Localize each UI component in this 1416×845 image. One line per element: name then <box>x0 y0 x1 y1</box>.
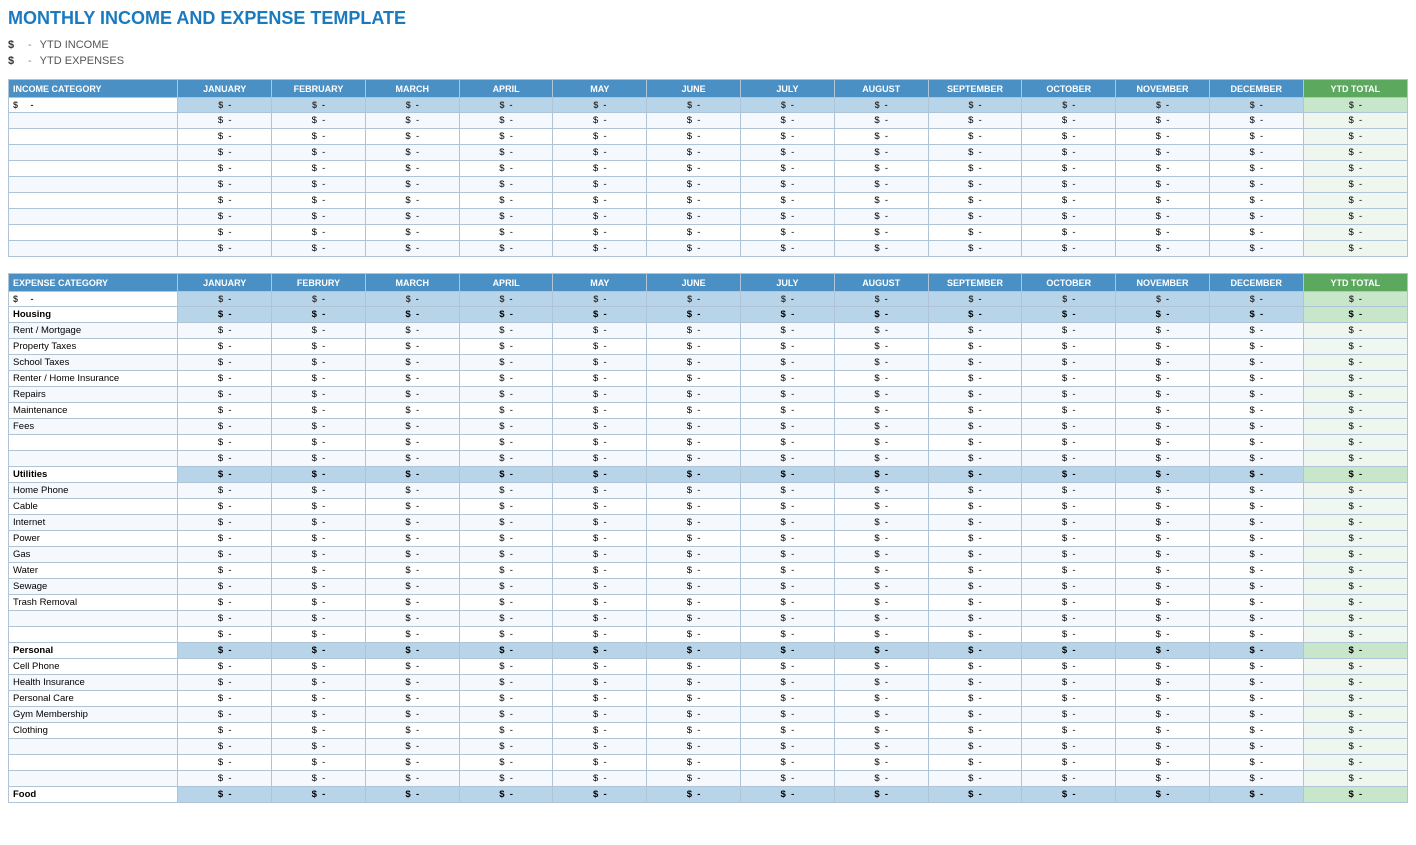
expense-row: Fees$ -$ -$ -$ -$ -$ -$ -$ -$ -$ -$ -$ -… <box>9 419 1408 435</box>
col-ytd: YTD TOTAL <box>1303 80 1407 98</box>
expense-row: Gym Membership$ -$ -$ -$ -$ -$ -$ -$ -$ … <box>9 707 1408 723</box>
expense-row: $ -$ -$ -$ -$ -$ -$ -$ -$ -$ -$ -$ -$ - <box>9 771 1408 787</box>
col-feb: FEBRUARY <box>272 80 366 98</box>
ytd-expenses-dollar: $ <box>8 55 22 67</box>
expense-row: Home Phone$ -$ -$ -$ -$ -$ -$ -$ -$ -$ -… <box>9 483 1408 499</box>
expense-row: $ -$ -$ -$ -$ -$ -$ -$ -$ -$ -$ -$ -$ - <box>9 627 1408 643</box>
expense-row: Clothing$ -$ -$ -$ -$ -$ -$ -$ -$ -$ -$ … <box>9 723 1408 739</box>
expense-subcat-row: Food$ -$ -$ -$ -$ -$ -$ -$ -$ -$ -$ -$ -… <box>9 787 1408 803</box>
expense-subcat-row: Housing$ -$ -$ -$ -$ -$ -$ -$ -$ -$ -$ -… <box>9 307 1408 323</box>
exp-col-jun: JUNE <box>647 274 741 292</box>
expense-row: Cable$ -$ -$ -$ -$ -$ -$ -$ -$ -$ -$ -$ … <box>9 499 1408 515</box>
col-oct: OCTOBER <box>1022 80 1116 98</box>
expense-row: Internet$ -$ -$ -$ -$ -$ -$ -$ -$ -$ -$ … <box>9 515 1408 531</box>
exp-col-jul: JULY <box>741 274 835 292</box>
expense-row: $ -$ -$ -$ -$ -$ -$ -$ -$ -$ -$ -$ -$ - <box>9 755 1408 771</box>
ytd-income-dollar: $ <box>8 39 22 51</box>
expense-row: Sewage$ -$ -$ -$ -$ -$ -$ -$ -$ -$ -$ -$… <box>9 579 1408 595</box>
ytd-expenses-dash: - <box>28 55 32 67</box>
expense-row: $ -$ -$ -$ -$ -$ -$ -$ -$ -$ -$ -$ -$ - <box>9 451 1408 467</box>
expense-row: Power$ -$ -$ -$ -$ -$ -$ -$ -$ -$ -$ -$ … <box>9 531 1408 547</box>
expense-subcat-row: Utilities$ -$ -$ -$ -$ -$ -$ -$ -$ -$ -$… <box>9 467 1408 483</box>
income-table: INCOME CATEGORY JANUARY FEBRUARY MARCH A… <box>8 79 1408 257</box>
exp-col-jan: JANUARY <box>178 274 272 292</box>
expense-dollar-row: $ - $ -$ -$ -$ - $ -$ -$ -$ - $ -$ -$ -$… <box>9 292 1408 307</box>
expense-row: Personal Care$ -$ -$ -$ -$ -$ -$ -$ -$ -… <box>9 691 1408 707</box>
col-aug: AUGUST <box>834 80 928 98</box>
expense-row: $ -$ -$ -$ -$ -$ -$ -$ -$ -$ -$ -$ -$ - <box>9 435 1408 451</box>
expense-row: Maintenance$ -$ -$ -$ -$ -$ -$ -$ -$ -$ … <box>9 403 1408 419</box>
col-dec: DECEMBER <box>1209 80 1303 98</box>
col-may: MAY <box>553 80 647 98</box>
exp-col-dec: DECEMBER <box>1209 274 1303 292</box>
income-dollar-row: $ - $ -$ -$ -$ - $ -$ -$ -$ - $ -$ -$ -$… <box>9 98 1408 113</box>
col-jul: JULY <box>741 80 835 98</box>
expense-row: $ -$ -$ -$ -$ -$ -$ -$ -$ -$ -$ -$ -$ - <box>9 611 1408 627</box>
income-dollar-cat: $ - <box>9 98 178 113</box>
expense-row: Trash Removal$ -$ -$ -$ -$ -$ -$ -$ -$ -… <box>9 595 1408 611</box>
exp-col-feb: FEBRURY <box>272 274 366 292</box>
col-apr: APRIL <box>459 80 553 98</box>
income-row: $ -$ -$ -$ -$ -$ -$ -$ -$ -$ -$ -$ -$ - <box>9 193 1408 209</box>
expense-row: School Taxes$ -$ -$ -$ -$ -$ -$ -$ -$ -$… <box>9 355 1408 371</box>
expense-table: EXPENSE CATEGORY JANUARY FEBRURY MARCH A… <box>8 273 1408 803</box>
col-nov: NOVEMBER <box>1116 80 1210 98</box>
expense-row: Rent / Mortgage$ -$ -$ -$ -$ -$ -$ -$ -$… <box>9 323 1408 339</box>
exp-col-may: MAY <box>553 274 647 292</box>
income-row: $ -$ -$ -$ -$ -$ -$ -$ -$ -$ -$ -$ -$ - <box>9 241 1408 257</box>
exp-col-mar: MARCH <box>365 274 459 292</box>
expense-row: Property Taxes$ -$ -$ -$ -$ -$ -$ -$ -$ … <box>9 339 1408 355</box>
col-jun: JUNE <box>647 80 741 98</box>
expense-row: Repairs$ -$ -$ -$ -$ -$ -$ -$ -$ -$ -$ -… <box>9 387 1408 403</box>
expense-row: Cell Phone$ -$ -$ -$ -$ -$ -$ -$ -$ -$ -… <box>9 659 1408 675</box>
income-row: $ -$ -$ -$ -$ -$ -$ -$ -$ -$ -$ -$ -$ - <box>9 177 1408 193</box>
exp-col-aug: AUGUST <box>834 274 928 292</box>
ytd-summary: $ - YTD INCOME $ - YTD EXPENSES <box>8 39 1408 67</box>
col-sep: SEPTEMBER <box>928 80 1022 98</box>
page-title: MONTHLY INCOME AND EXPENSE TEMPLATE <box>8 8 1408 29</box>
ytd-income-dash: - <box>28 39 32 51</box>
income-header-row: INCOME CATEGORY JANUARY FEBRUARY MARCH A… <box>9 80 1408 98</box>
expense-row: Health Insurance$ -$ -$ -$ -$ -$ -$ -$ -… <box>9 675 1408 691</box>
ytd-income-label: YTD INCOME <box>40 39 109 51</box>
income-row: $ -$ -$ -$ -$ -$ -$ -$ -$ -$ -$ -$ -$ - <box>9 225 1408 241</box>
income-row: $ -$ -$ -$ -$ -$ -$ -$ -$ -$ -$ -$ -$ - <box>9 113 1408 129</box>
col-jan: JANUARY <box>178 80 272 98</box>
income-row: $ -$ -$ -$ -$ -$ -$ -$ -$ -$ -$ -$ -$ - <box>9 129 1408 145</box>
exp-col-apr: APRIL <box>459 274 553 292</box>
expense-header-row: EXPENSE CATEGORY JANUARY FEBRURY MARCH A… <box>9 274 1408 292</box>
expense-row: Gas$ -$ -$ -$ -$ -$ -$ -$ -$ -$ -$ -$ -$… <box>9 547 1408 563</box>
income-row: $ -$ -$ -$ -$ -$ -$ -$ -$ -$ -$ -$ -$ - <box>9 161 1408 177</box>
expense-subcat-row: Personal$ -$ -$ -$ -$ -$ -$ -$ -$ -$ -$ … <box>9 643 1408 659</box>
expense-row: Water$ -$ -$ -$ -$ -$ -$ -$ -$ -$ -$ -$ … <box>9 563 1408 579</box>
exp-col-nov: NOVEMBER <box>1116 274 1210 292</box>
ytd-expenses-label: YTD EXPENSES <box>40 55 124 67</box>
expense-category-header: EXPENSE CATEGORY <box>9 274 178 292</box>
income-row: $ -$ -$ -$ -$ -$ -$ -$ -$ -$ -$ -$ -$ - <box>9 209 1408 225</box>
exp-col-ytd: YTD TOTAL <box>1303 274 1407 292</box>
expense-row: $ -$ -$ -$ -$ -$ -$ -$ -$ -$ -$ -$ -$ - <box>9 739 1408 755</box>
exp-col-oct: OCTOBER <box>1022 274 1116 292</box>
income-category-header: INCOME CATEGORY <box>9 80 178 98</box>
expense-row: Renter / Home Insurance$ -$ -$ -$ -$ -$ … <box>9 371 1408 387</box>
income-row: $ -$ -$ -$ -$ -$ -$ -$ -$ -$ -$ -$ -$ - <box>9 145 1408 161</box>
col-mar: MARCH <box>365 80 459 98</box>
exp-col-sep: SEPTEMBER <box>928 274 1022 292</box>
